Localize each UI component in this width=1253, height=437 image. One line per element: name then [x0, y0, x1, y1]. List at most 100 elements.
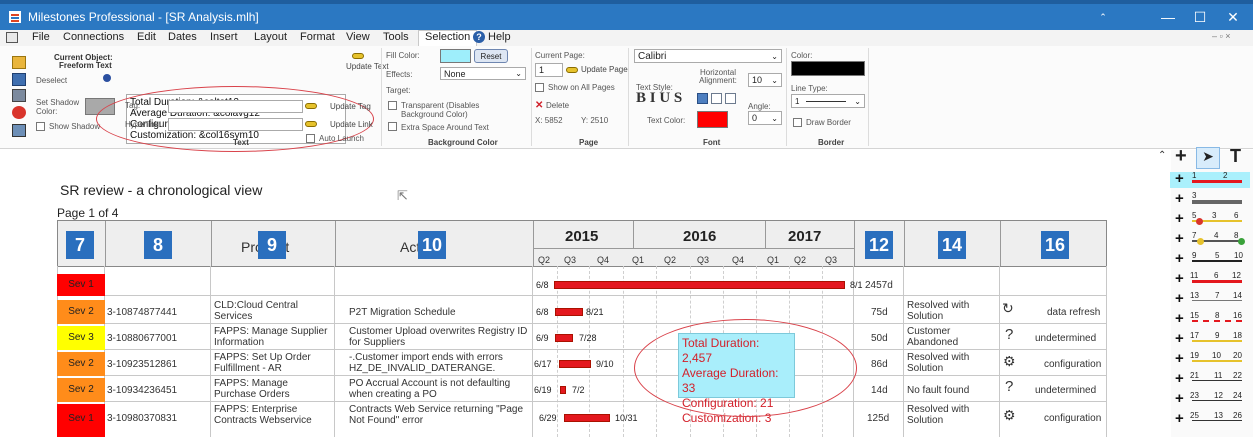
y-coordinate: Y: 2510	[581, 116, 609, 125]
add-tool-icon[interactable]: +	[1175, 145, 1187, 168]
table-row[interactable]: Sev 2 3-10934236451 FAPPS: Manage Purcha…	[57, 378, 1107, 402]
ribbon-collapse-icon[interactable]: ⌃	[1083, 6, 1123, 28]
menu-connections[interactable]: Connections	[63, 31, 124, 43]
palette-row-13[interactable]: + 25 13 26	[1170, 410, 1250, 428]
system-menu-icon[interactable]	[6, 32, 18, 43]
align-left-icon[interactable]	[697, 93, 708, 104]
menu-dates[interactable]: Dates	[168, 31, 197, 43]
show-shadow-checkbox[interactable]	[36, 122, 45, 131]
deselect-button[interactable]: Deselect	[36, 76, 67, 85]
print-icon[interactable]	[12, 89, 26, 102]
palette-add-icon[interactable]: +	[1175, 290, 1184, 307]
palette-row-8[interactable]: + 15 8 16	[1170, 310, 1250, 328]
text-tool-icon[interactable]: T	[1230, 146, 1241, 167]
line-type-select[interactable]: 1 ⌄	[791, 94, 865, 108]
palette-row-6[interactable]: + 11 6 12	[1170, 270, 1250, 288]
palette-row-2[interactable]: + 3	[1170, 190, 1250, 208]
hyperlink-input[interactable]	[168, 118, 303, 131]
palette-add-icon[interactable]: +	[1175, 190, 1184, 207]
align-center-icon[interactable]	[711, 93, 722, 104]
extra-space-checkbox[interactable]	[388, 122, 397, 131]
table-row[interactable]: Sev 1 6/8 8/1 2457d	[57, 274, 1107, 296]
palette-add-icon[interactable]: +	[1175, 270, 1184, 287]
close-button[interactable]: ✕	[1213, 6, 1253, 28]
palette-add-icon[interactable]: +	[1175, 350, 1184, 367]
menu-layout[interactable]: Layout	[254, 31, 287, 43]
table-row[interactable]: Sev 3 3-10880677001 FAPPS: Manage Suppli…	[57, 326, 1107, 350]
activity-cell: PO Accrual Account is not defaulting whe…	[349, 378, 511, 400]
menu-help[interactable]: ? Help	[473, 31, 511, 43]
palette-add-icon[interactable]: +	[1175, 390, 1184, 407]
palette-row-10[interactable]: + 19 10 20	[1170, 350, 1250, 368]
gantt-bar[interactable]	[564, 414, 610, 422]
palette-row-9[interactable]: + 17 9 18	[1170, 330, 1250, 348]
update-tag-button[interactable]	[305, 101, 319, 110]
palette-add-icon[interactable]: +	[1175, 410, 1184, 427]
auto-launch-checkbox[interactable]	[306, 134, 315, 143]
palette-row-11[interactable]: + 21 11 22	[1170, 370, 1250, 388]
quarter-label: Q1	[632, 255, 645, 265]
font-name-select[interactable]: Calibri ⌄	[634, 49, 782, 63]
font-size-select[interactable]: 10 ⌄	[748, 73, 782, 87]
gantt-bar[interactable]	[555, 308, 583, 316]
menu-format[interactable]: Format	[300, 31, 335, 43]
draw-border-checkbox[interactable]	[793, 118, 802, 127]
palette-collapse-icon[interactable]: ⌃	[1158, 150, 1166, 161]
palette-row-5[interactable]: + 9 5 10	[1170, 250, 1250, 268]
properties-icon[interactable]	[12, 124, 26, 137]
open-folder-icon[interactable]	[12, 56, 26, 69]
palette-add-icon[interactable]: +	[1175, 370, 1184, 387]
chevron-down-icon: ⌄	[771, 114, 778, 123]
palette-add-icon[interactable]: +	[1175, 170, 1184, 187]
tag-input[interactable]	[168, 100, 303, 113]
palette-add-icon[interactable]: +	[1175, 210, 1184, 227]
mdi-controls[interactable]: ‒ ▫ ×	[1212, 31, 1230, 41]
menu-file[interactable]: File	[32, 31, 50, 43]
quarter-label: Q2	[538, 255, 551, 265]
palette-add-icon[interactable]: +	[1175, 250, 1184, 267]
palette-line-sample	[1192, 300, 1242, 301]
table-row[interactable]: Sev 2 3-10923512861 FAPPS: Set Up Order …	[57, 352, 1107, 376]
show-all-pages-checkbox[interactable]	[535, 83, 544, 92]
draw-border-label: Draw Border	[806, 118, 851, 127]
reset-button[interactable]: Reset	[474, 49, 508, 63]
border-group-caption: Border	[818, 138, 845, 147]
palette-add-icon[interactable]: +	[1175, 330, 1184, 347]
gantt-bar[interactable]	[554, 281, 845, 289]
palette-num: 10	[1234, 251, 1243, 260]
menu-selection[interactable]: Selection	[418, 30, 478, 46]
delete-circle-icon[interactable]	[12, 106, 26, 119]
table-row[interactable]: Sev 1 3-10980370831 FAPPS: Enterprise Co…	[57, 404, 1107, 437]
current-page-input[interactable]: 1	[535, 63, 563, 77]
effects-select[interactable]: None ⌄	[440, 67, 526, 80]
save-icon[interactable]	[12, 73, 26, 86]
palette-row-4[interactable]: + 7 4 8	[1170, 230, 1250, 248]
border-color-swatch[interactable]	[791, 61, 865, 76]
update-page-button[interactable]	[566, 65, 580, 74]
delete-x-icon[interactable]: ✕	[535, 100, 543, 111]
transparent-checkbox[interactable]	[388, 101, 397, 110]
palette-add-icon[interactable]: +	[1175, 230, 1184, 247]
text-color-swatch[interactable]	[697, 111, 728, 128]
fill-color-swatch[interactable]	[440, 49, 471, 63]
product-cell: FAPPS: Enterprise Contracts Webservice	[214, 404, 312, 426]
palette-row-3[interactable]: + 5 3 6	[1170, 210, 1250, 228]
palette-row-1[interactable]: + 1 2	[1170, 170, 1250, 188]
menu-tools[interactable]: Tools	[383, 31, 409, 43]
table-row[interactable]: Sev 2 3-10874877441 CLD:Cloud Central Se…	[57, 300, 1107, 324]
gantt-bar[interactable]	[555, 334, 573, 342]
palette-add-icon[interactable]: +	[1175, 310, 1184, 327]
align-right-icon[interactable]	[725, 93, 736, 104]
update-text-button[interactable]	[352, 51, 366, 60]
update-link-button[interactable]	[305, 119, 319, 128]
angle-select[interactable]: 0 ⌄	[748, 111, 782, 125]
palette-row-12[interactable]: + 23 12 24	[1170, 390, 1250, 408]
menu-edit[interactable]: Edit	[137, 31, 156, 43]
gantt-bar[interactable]	[559, 360, 591, 368]
menu-insert[interactable]: Insert	[210, 31, 238, 43]
select-pointer-icon[interactable]: ➤	[1196, 147, 1220, 169]
menu-view[interactable]: View	[346, 31, 370, 43]
gantt-bar[interactable]	[560, 386, 566, 394]
text-style-buttons[interactable]: B I U S	[636, 90, 682, 107]
palette-row-7[interactable]: + 13 7 14	[1170, 290, 1250, 308]
